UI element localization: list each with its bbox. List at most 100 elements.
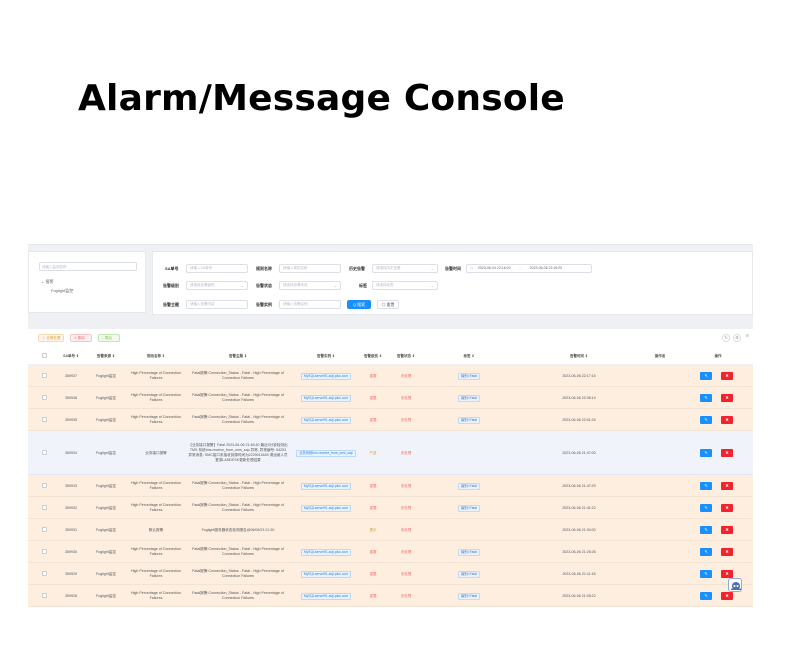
export-button[interactable]: ↓ 导出	[98, 334, 120, 342]
instance-link[interactable]: MySQLserver91.aoji-plus.com	[300, 548, 352, 556]
delete-row-button[interactable]: ✖	[721, 526, 733, 534]
cell-subject[interactable]: Fatal报警:Connection_Status - Fatal - High…	[188, 387, 288, 409]
instance-link[interactable]: 业务系统tms.receive_from_sms_sap	[296, 449, 356, 457]
delete-row-button[interactable]: ✖	[721, 394, 733, 402]
delete-button[interactable]: ✕ 删除	[70, 334, 92, 342]
table-row[interactable]: 359934 Foglight监控 业务接口报警 【业务接口报警】Fatal 2023…	[28, 431, 753, 475]
level-badge: 重要	[369, 373, 377, 378]
table-row[interactable]: 359930 Foglight监控 High Percentage of Conne…	[28, 541, 753, 563]
cell-subject[interactable]: Fatal报警:Connection_Status - Fatal - High…	[188, 409, 288, 431]
tree-node-foglight[interactable]: Foglight监控	[51, 288, 73, 294]
edit-button[interactable]: ✎	[700, 570, 712, 578]
row-checkbox[interactable]	[42, 417, 47, 422]
cell-subject[interactable]: 【业务接口报警】Fatal 2023-06-06 21:46:40 最近5分钟检…	[188, 431, 288, 475]
header-rule[interactable]: 规则名称 ⇕	[128, 347, 184, 365]
instance-link[interactable]: MySQLserver91.aoji-plus.com	[300, 416, 352, 424]
row-checkbox[interactable]	[42, 395, 47, 400]
menu-icon[interactable]: ≡	[746, 333, 749, 339]
cell-subject[interactable]: Fatal报警:Connection_Status - Fatal - High…	[188, 563, 288, 585]
cell-time: 2023-06-06 21:05:22	[562, 593, 596, 598]
cell-subject[interactable]: Foglight服务器状态检测报告@06/06/23 21:30	[188, 519, 288, 541]
delete-row-button[interactable]: ✖	[721, 482, 733, 490]
delete-row-button[interactable]: ✖	[721, 548, 733, 556]
instance-link[interactable]: MySQLserver91.aoji-plus.com	[300, 504, 352, 512]
subject-label: 告警主题	[163, 302, 179, 307]
edit-button[interactable]: ✎	[700, 526, 712, 534]
cell-instance: 业务系统tms.receive_from_sms_sap	[290, 431, 362, 475]
edit-button[interactable]: ✎	[700, 504, 712, 512]
row-checkbox[interactable]	[42, 571, 47, 576]
edit-button[interactable]: ✎	[700, 548, 712, 556]
cell-time: 2023-06-06 21:11:18	[562, 571, 596, 576]
header-status[interactable]: 告警状态 ⇕	[388, 347, 424, 365]
table-row[interactable]: 359931 Foglight监控 默认报警 Foglight服务器状态检测报告@06…	[28, 519, 753, 541]
row-checkbox[interactable]	[42, 549, 47, 554]
cell-source: Foglight监控	[96, 505, 116, 510]
level-badge: 重要	[369, 417, 377, 422]
table-row[interactable]: 359935 Foglight监控 High Percentage of Conne…	[28, 409, 753, 431]
cell-subject[interactable]: Fatal报警:Connection_Status - Fatal - High…	[188, 585, 288, 607]
table-header: SA单号 ⇕ 告警来源 ⇕ 规则名称 ⇕ 告警主题 ⇕ 告警实例 ⇕ 告警级别 …	[28, 347, 753, 365]
delete-row-button[interactable]: ✖	[721, 570, 733, 578]
cell-subject[interactable]: Fatal报警:Connection_Status - Fatal - High…	[188, 365, 288, 387]
instance-link[interactable]: MySQLserver91.aoji-plus.com	[300, 394, 352, 402]
header-level[interactable]: 告警级别 ⇕	[360, 347, 386, 365]
instance-link[interactable]: MySQLserver91.aoji-plus.com	[300, 592, 352, 600]
search-button[interactable]: Q 搜索	[347, 300, 371, 309]
edit-button[interactable]: ✎	[700, 416, 712, 424]
row-checkbox[interactable]	[42, 593, 47, 598]
tree-node-alarm[interactable]: ⌄ 报警	[41, 279, 53, 285]
table-row[interactable]: 359936 Foglight监控 High Percentage of Conne…	[28, 387, 753, 409]
handle-alarm-button[interactable]: ☆ 告警处置	[38, 334, 64, 342]
edit-button[interactable]: ✎	[700, 372, 712, 380]
tree-search-input[interactable]: 请输入监测名称	[39, 262, 137, 271]
tag-select[interactable]: 请选择标签 ⌄	[372, 281, 438, 290]
delete-row-button[interactable]: ✖	[721, 449, 733, 457]
table-row[interactable]: 359928 Foglight监控 High Percentage of Conne…	[28, 585, 753, 607]
edit-button[interactable]: ✎	[700, 482, 712, 490]
cell-instance	[290, 519, 362, 541]
sa-input[interactable]: 请输入SA单号	[186, 264, 248, 273]
table-row[interactable]: 359937 Foglight监控 High Percentage of Conne…	[28, 365, 753, 387]
header-source[interactable]: 告警来源 ⇕	[88, 347, 124, 365]
cell-subject[interactable]: Fatal报警:Connection_Status - Fatal - High…	[188, 475, 288, 497]
time-range-picker[interactable]: ◷ 2023-06-04 22:16:20 - 2023-06-06 22:16…	[466, 264, 592, 273]
refresh-icon[interactable]: ↻	[722, 334, 730, 342]
instance-link[interactable]: MySQLserver91.aoji-plus.com	[300, 482, 352, 490]
edit-button[interactable]: ✎	[700, 394, 712, 402]
cell-subject[interactable]: Fatal报警:Connection_Status - Fatal - High…	[188, 541, 288, 563]
instance-link[interactable]: MySQLserver91.aoji-plus.com	[300, 570, 352, 578]
reset-button[interactable]: ◎ 重置	[377, 300, 399, 309]
status-select[interactable]: 请选择告警状态 ⌄	[279, 281, 341, 290]
subject-input[interactable]: 请输入告警内容	[186, 300, 248, 309]
table-row[interactable]: 359933 Foglight监控 High Percentage of Conne…	[28, 475, 753, 497]
history-select[interactable]: 请选择历史告警 ⌄	[372, 264, 438, 273]
edit-button[interactable]: ✎	[700, 449, 712, 457]
level-badge: 严重	[369, 450, 377, 455]
row-checkbox[interactable]	[42, 527, 47, 532]
column-settings-icon[interactable]: ⚙	[733, 334, 741, 342]
row-checkbox[interactable]	[42, 450, 47, 455]
table-row[interactable]: 359932 Foglight监控 High Percentage of Conne…	[28, 497, 753, 519]
level-select[interactable]: 请选择告警级别 ⌄	[186, 281, 248, 290]
delete-row-button[interactable]: ✖	[721, 416, 733, 424]
header-time[interactable]: 告警时间 ⇕	[548, 347, 610, 365]
delete-row-button[interactable]: ✖	[721, 592, 733, 600]
header-subject[interactable]: 告警主题 ⇕	[188, 347, 288, 365]
header-sa[interactable]: SA单号 ⇕	[56, 347, 86, 365]
instance-link[interactable]: MySQLserver91.aoji-plus.com	[300, 372, 352, 380]
cell-subject[interactable]: Fatal报警:Connection_Status - Fatal - High…	[188, 497, 288, 519]
edit-button[interactable]: ✎	[700, 592, 712, 600]
row-checkbox[interactable]	[42, 505, 47, 510]
delete-row-button[interactable]: ✖	[721, 504, 733, 512]
header-instance[interactable]: 告警实例 ⇕	[290, 347, 362, 365]
row-checkbox[interactable]	[42, 373, 47, 378]
rule-input[interactable]: 请输入规则名称	[279, 264, 341, 273]
table-row[interactable]: 359929 Foglight监控 High Percentage of Conne…	[28, 563, 753, 585]
row-checkbox[interactable]	[42, 483, 47, 488]
select-all-checkbox[interactable]	[42, 353, 47, 358]
delete-row-button[interactable]: ✖	[721, 372, 733, 380]
instance-input[interactable]: 请输入告警实例	[279, 300, 341, 309]
header-tag[interactable]: 标签 ⇕	[438, 347, 500, 365]
robot-assistant-icon[interactable]	[728, 578, 742, 592]
